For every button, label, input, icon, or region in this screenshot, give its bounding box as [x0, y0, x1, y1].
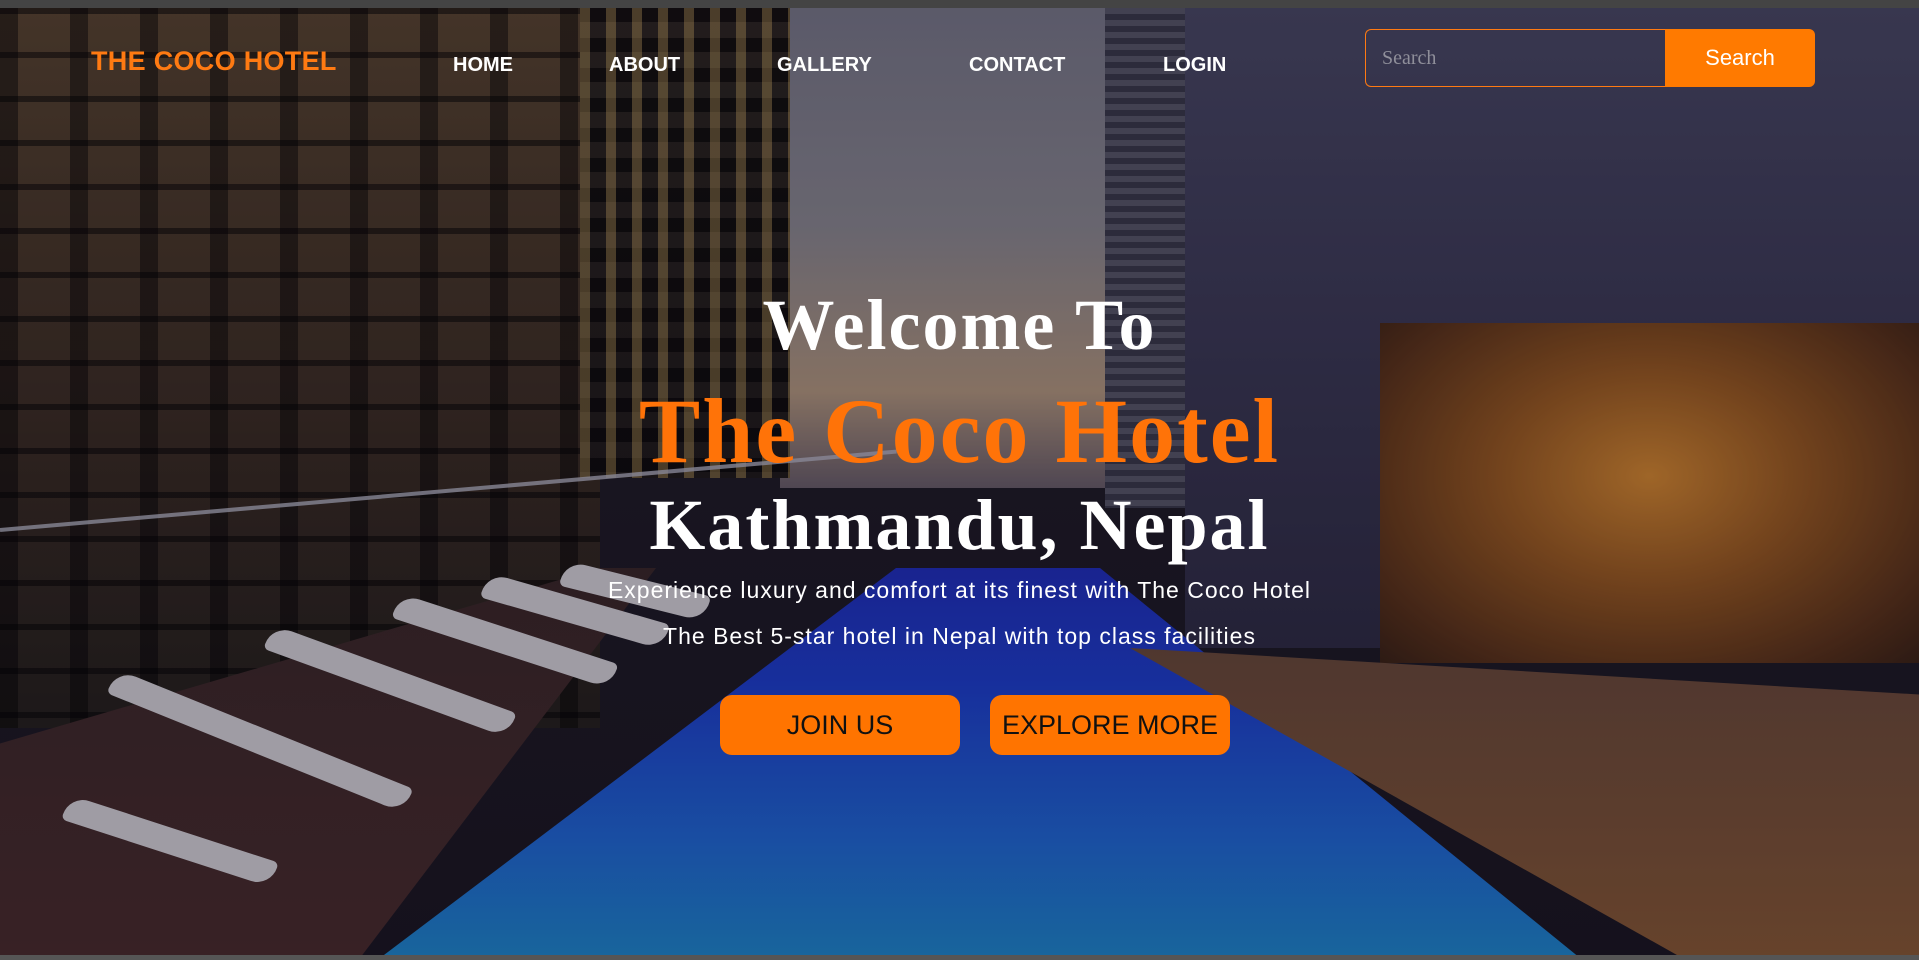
nav-about[interactable]: ABOUT — [609, 54, 680, 77]
hero-tagline-2: The Best 5-star hotel in Nepal with top … — [663, 623, 1256, 649]
join-us-button[interactable]: JOIN US — [720, 695, 960, 755]
hotel-logo[interactable]: THE COCO HOTEL — [91, 46, 337, 77]
hero-tagline-1: Experience luxury and comfort at its fin… — [607, 577, 1312, 603]
hero-hotel-name: The Coco Hotel — [638, 380, 1281, 482]
nav-gallery[interactable]: GALLERY — [777, 54, 872, 77]
nav-home[interactable]: HOME — [453, 54, 513, 77]
explore-more-button[interactable]: EXPLORE MORE — [990, 695, 1230, 755]
window-top-strip — [0, 0, 1919, 8]
search-input[interactable] — [1365, 29, 1665, 87]
hero-location: Kathmandu, Nepal — [649, 485, 1270, 565]
nav-contact[interactable]: CONTACT — [969, 54, 1065, 77]
search-button[interactable]: Search — [1665, 29, 1815, 87]
search-bar: Search — [1365, 29, 1815, 87]
nav-login[interactable]: LOGIN — [1163, 54, 1226, 77]
window-bottom-strip — [0, 955, 1919, 960]
hero-welcome-heading: Welcome To — [762, 285, 1157, 365]
